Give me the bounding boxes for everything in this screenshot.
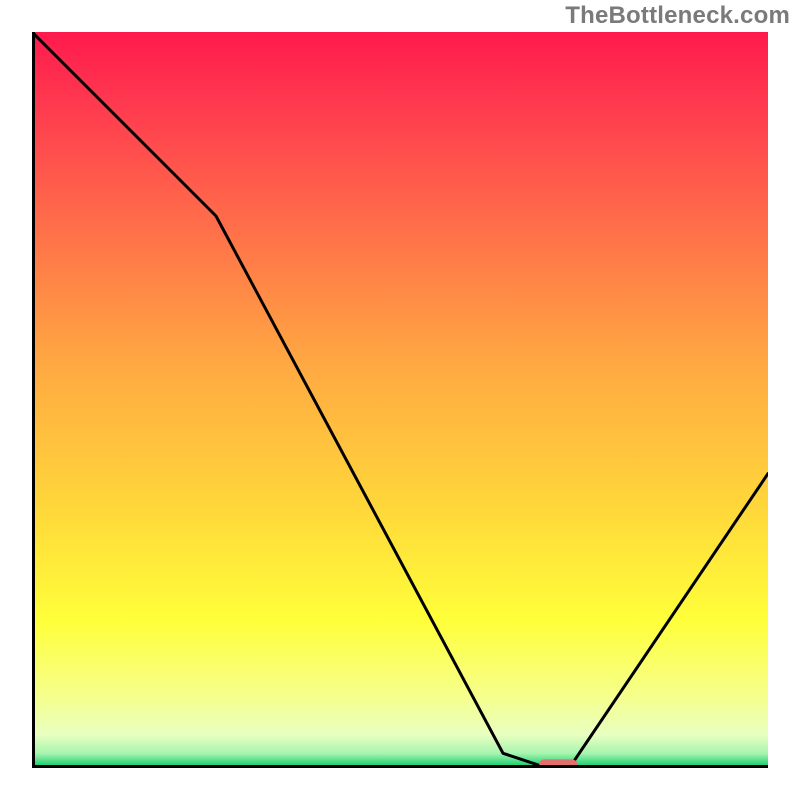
- optimal-marker: [539, 759, 577, 768]
- bottleneck-chart: TheBottleneck.com: [0, 0, 800, 800]
- watermark-text: TheBottleneck.com: [565, 2, 790, 30]
- chart-canvas: [32, 32, 768, 768]
